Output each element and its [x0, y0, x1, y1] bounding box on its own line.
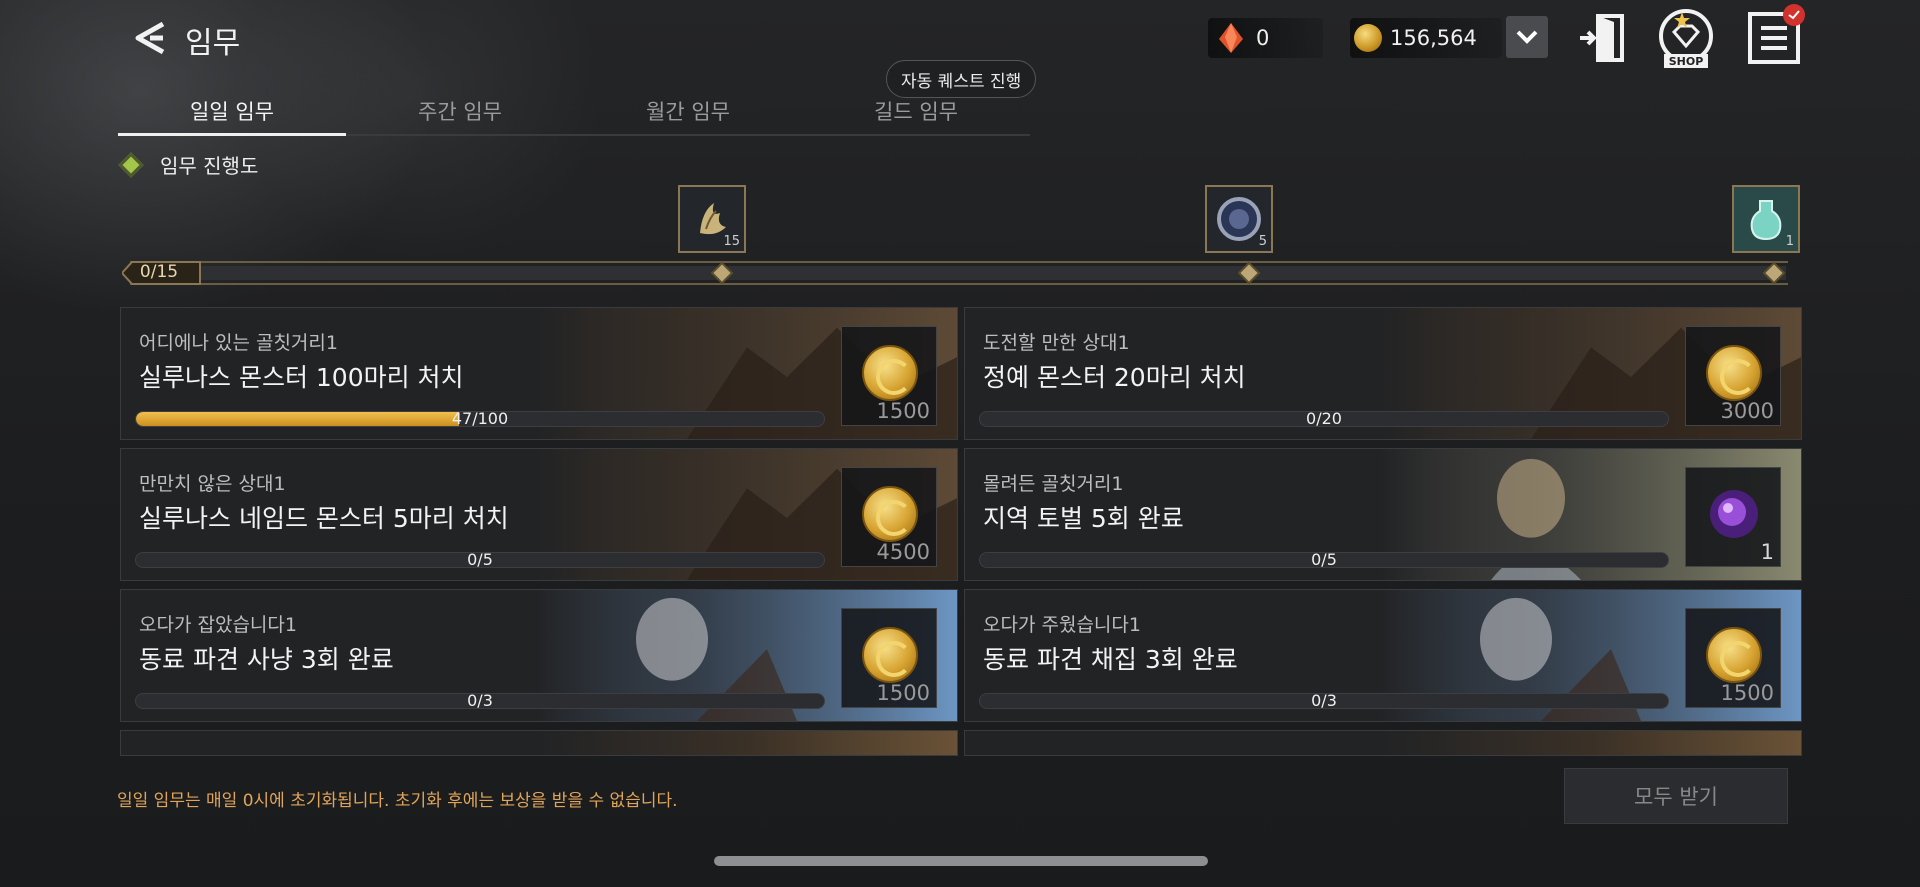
mission-title: 동료 파견 채집 3회 완료: [983, 645, 1238, 674]
currency-expand-button[interactable]: [1506, 16, 1548, 58]
shop-label: SHOP: [1668, 55, 1704, 68]
tab-monthly[interactable]: 월간 임무: [574, 92, 802, 136]
progress-count: 0/15: [139, 262, 179, 282]
gold-coin-icon: [1706, 345, 1762, 401]
exit-door-icon[interactable]: [1578, 12, 1628, 64]
reward-amount: 1500: [1720, 681, 1774, 705]
mission-card[interactable]: 오다가 주웠습니다1 동료 파견 채집 3회 완료 0/3 1500: [964, 589, 1802, 722]
mission-reward: 1500: [841, 608, 937, 708]
mission-tabs: 일일 임무 주간 임무 월간 임무 길드 임무: [118, 92, 1030, 136]
milestone-reward-1[interactable]: 15: [678, 185, 746, 253]
mission-card[interactable]: 만만치 않은 상대1 실루나스 네임드 몬스터 5마리 처치 0/5 4500: [120, 448, 958, 581]
mission-reward: 1500: [841, 326, 937, 426]
mission-subtitle: 오다가 잡았습니다1: [139, 614, 297, 636]
reward-amount: 1: [1760, 540, 1774, 564]
reward-amount: 1500: [876, 399, 930, 423]
mission-card[interactable]: 몰려든 골칫거리1 지역 토벌 5회 완료 0/5 1: [964, 448, 1802, 581]
gold-coin-icon: [1706, 627, 1762, 683]
reset-notice: 일일 임무는 매일 0시에 초기화됩니다. 초기화 후에는 보상을 받을 수 없…: [117, 791, 678, 811]
ruby-gem-icon: [1219, 23, 1243, 53]
shop-button[interactable]: SHOP: [1652, 6, 1720, 74]
mission-title: 동료 파견 사냥 3회 완료: [139, 645, 394, 674]
mission-reward: 1: [1685, 467, 1781, 567]
mission-card[interactable]: 도전할 만한 상대1 정예 몬스터 20마리 처치 0/20 3000: [964, 307, 1802, 440]
mission-subtitle: 오다가 주웠습니다1: [983, 614, 1141, 636]
mission-card[interactable]: 오다가 잡았습니다1 동료 파견 사냥 3회 완료 0/3 1500: [120, 589, 958, 722]
mission-progress-text: 0/20: [1306, 409, 1342, 428]
back-arrow-icon[interactable]: [130, 18, 170, 58]
mission-subtitle: 어디에나 있는 골칫거리1: [139, 332, 338, 354]
mission-title: 지역 토벌 5회 완료: [983, 504, 1184, 533]
mission-title: 실루나스 네임드 몬스터 5마리 처치: [139, 504, 509, 533]
reward-amount: 4500: [876, 540, 930, 564]
milestone-qty: 15: [723, 234, 740, 249]
progress-title: 임무 진행도: [160, 154, 259, 178]
claim-all-button[interactable]: 모두 받기: [1564, 768, 1788, 824]
tab-weekly[interactable]: 주간 임무: [346, 92, 574, 136]
progress-header: 임무 진행도: [118, 150, 259, 179]
gem-count: 0: [1256, 26, 1270, 50]
gold-coin-icon: [862, 345, 918, 401]
purple-orb-icon: [1710, 490, 1758, 538]
gold-coin-icon: [862, 486, 918, 542]
mission-card-partial[interactable]: [964, 730, 1802, 756]
mission-card[interactable]: 어디에나 있는 골칫거리1 실루나스 몬스터 100마리 처치 47/100 1…: [120, 307, 958, 440]
diamond-bullet-icon: [118, 151, 144, 178]
mission-subtitle: 도전할 만한 상대1: [983, 332, 1130, 354]
mission-reward: 4500: [841, 467, 937, 567]
mission-subtitle: 몰려든 골칫거리1: [983, 473, 1124, 495]
gold-coin-icon: [862, 627, 918, 683]
gold-coin-icon: [1354, 24, 1382, 52]
page-title: 임무: [185, 26, 241, 61]
mission-progress-text: 0/5: [467, 550, 493, 569]
mission-title: 정예 몬스터 20마리 처치: [983, 363, 1246, 392]
mission-title: 실루나스 몬스터 100마리 처치: [139, 363, 464, 392]
mission-progress-text: 0/3: [1311, 691, 1337, 710]
mission-card-partial[interactable]: [120, 730, 958, 756]
reward-amount: 1500: [876, 681, 930, 705]
mission-reward: 3000: [1685, 326, 1781, 426]
mission-progress-text: 0/3: [467, 691, 493, 710]
mission-progress-bar: [122, 261, 1788, 285]
mission-art-image: [537, 731, 957, 755]
home-indicator[interactable]: [714, 856, 1208, 866]
mission-subtitle: 만만치 않은 상대1: [139, 473, 286, 495]
gold-count: 156,564: [1390, 26, 1477, 50]
gem-counter: 0: [1208, 18, 1323, 58]
check-icon: [1788, 10, 1800, 20]
tab-daily[interactable]: 일일 임무: [118, 92, 346, 136]
mission-progress-text: 47/100: [451, 409, 509, 428]
milestone-reward-3[interactable]: 1: [1732, 185, 1800, 253]
mission-art-image: [1381, 731, 1801, 755]
milestone-reward-2[interactable]: 5: [1205, 185, 1273, 253]
mission-screen: 임무 0 156,564 SHOP 자동 퀘스트 진행 일일 임무 주간 임무 …: [0, 0, 1920, 887]
gold-counter: 156,564: [1350, 18, 1502, 58]
milestone-qty: 5: [1258, 234, 1267, 249]
mission-progress-text: 0/5: [1311, 550, 1337, 569]
mission-reward: 1500: [1685, 608, 1781, 708]
reward-amount: 3000: [1720, 399, 1774, 423]
tab-guild[interactable]: 길드 임무: [802, 92, 1030, 136]
chevron-down-icon: [1516, 30, 1538, 44]
milestone-qty: 1: [1785, 234, 1794, 249]
notification-badge: [1783, 4, 1805, 26]
